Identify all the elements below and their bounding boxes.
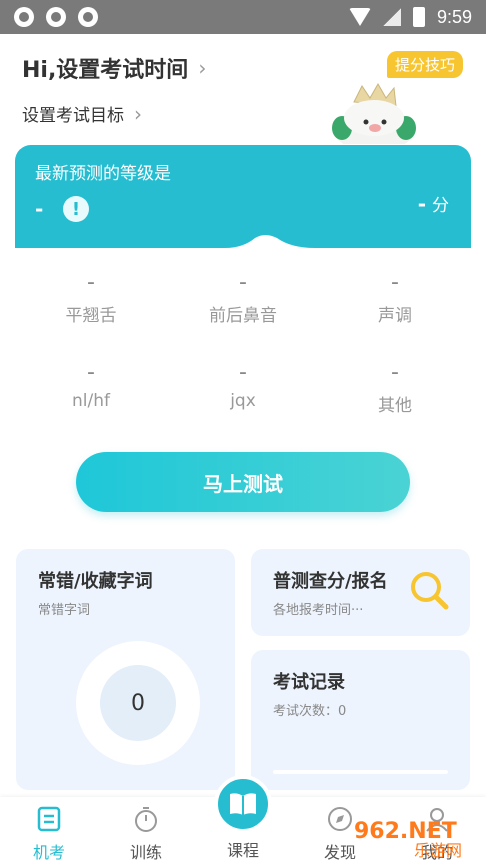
- metric-value: -: [391, 270, 399, 295]
- document-icon: [37, 806, 61, 832]
- info-icon[interactable]: !: [63, 196, 89, 222]
- search-icon: [411, 572, 449, 610]
- book-icon: [230, 793, 256, 815]
- mistakes-donut: 0: [76, 641, 200, 765]
- nav-item-training[interactable]: 训练: [111, 805, 181, 863]
- notification-icon: [46, 7, 66, 27]
- chevron-right-icon: ›: [198, 56, 207, 80]
- score-unit: 分: [432, 196, 449, 216]
- metric-item: - nl/hf: [15, 355, 167, 445]
- mascot-illustration: [332, 82, 416, 144]
- metric-item: - 平翘舌: [15, 265, 167, 355]
- metric-label: 平翘舌: [65, 306, 117, 326]
- records-title: 考试记录: [273, 672, 345, 693]
- card-wave-divider: [15, 235, 471, 263]
- start-test-button[interactable]: 马上测试: [76, 452, 410, 512]
- nav-item-course-button[interactable]: [214, 775, 272, 833]
- prediction-title: 最新预测的等级是: [35, 164, 171, 184]
- nav-label: 训练: [129, 843, 162, 862]
- mistakes-subtitle: 常错字词: [38, 603, 91, 618]
- chevron-right-icon: ›: [134, 101, 142, 126]
- prediction-score: - 分: [418, 191, 449, 216]
- exam-target-label: 设置考试目标: [22, 106, 124, 126]
- metric-value: -: [239, 270, 247, 295]
- metric-label: 前后鼻音: [209, 306, 277, 326]
- site-watermark: 962.NET 乐游网: [354, 819, 462, 860]
- registration-card[interactable]: 普测查分/报名 各地报考时间···: [251, 549, 470, 636]
- wifi-icon: [348, 8, 371, 26]
- notification-icon: [78, 7, 98, 27]
- signal-icon: [382, 8, 401, 26]
- records-subtitle: 考试次数：0: [273, 704, 347, 719]
- prediction-card[interactable]: 最新预测的等级是 - ! - 分: [15, 145, 471, 263]
- metric-item: - 前后鼻音: [167, 265, 319, 355]
- metric-label: jqx: [230, 391, 256, 411]
- score-value: -: [417, 192, 426, 216]
- metric-value: -: [87, 360, 95, 385]
- metrics-grid: - 平翘舌 - 前后鼻音 - 声调 - nl/hf - jqx - 其他: [15, 265, 471, 445]
- compass-icon: [328, 807, 352, 831]
- prediction-level: -: [35, 197, 44, 221]
- status-time: 9:59: [436, 6, 472, 27]
- metric-label: 声调: [378, 306, 412, 326]
- metric-item: - 其他: [319, 355, 471, 445]
- status-bar: 9:59: [0, 0, 486, 34]
- battery-icon: [412, 7, 425, 27]
- metric-label: nl/hf: [72, 391, 110, 411]
- mistakes-count: 0: [100, 665, 176, 741]
- registration-title: 普测查分/报名: [273, 571, 388, 592]
- metric-label: 其他: [378, 396, 412, 416]
- metric-item: - jqx: [167, 355, 319, 445]
- nav-label: 课程: [226, 841, 259, 860]
- stopwatch-icon: [135, 807, 157, 832]
- metric-item: - 声调: [319, 265, 471, 355]
- metric-value: -: [239, 360, 247, 385]
- nav-item-exam[interactable]: 机考: [14, 805, 84, 863]
- metric-value: -: [87, 270, 95, 295]
- notification-icon: [14, 7, 34, 27]
- exam-target-link[interactable]: 设置考试目标 ›: [22, 101, 142, 127]
- records-progress-track: [273, 770, 448, 774]
- records-card[interactable]: 考试记录 考试次数：0: [251, 650, 470, 790]
- metric-value: -: [391, 360, 399, 385]
- registration-subtitle: 各地报考时间···: [273, 603, 364, 618]
- mistakes-title: 常错/收藏字词: [38, 571, 153, 592]
- exam-time-link[interactable]: Hi,设置考试时间 ›: [22, 52, 206, 84]
- tip-badge[interactable]: 提分技巧: [387, 51, 464, 78]
- page-title: Hi,设置考试时间: [22, 58, 189, 83]
- watermark-line2: 乐游网: [414, 841, 462, 860]
- nav-label: 机考: [32, 843, 65, 862]
- mistakes-card[interactable]: 常错/收藏字词 常错字词 0: [16, 549, 235, 790]
